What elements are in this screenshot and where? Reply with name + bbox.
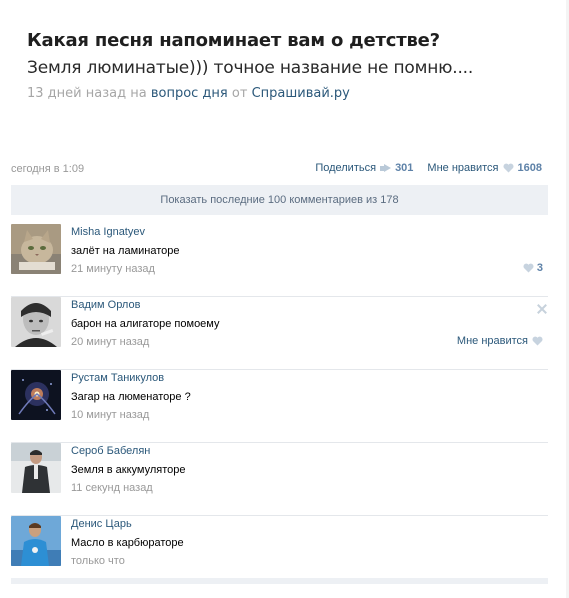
- comment-like-button[interactable]: Мне нравится: [457, 335, 543, 347]
- question-source-link[interactable]: Спрашивай.ру: [252, 86, 350, 101]
- comment-item: Рустам Таникулов Загар на люменаторе ? 1…: [11, 370, 548, 443]
- avatar[interactable]: [11, 297, 61, 347]
- question-answer: Земля люминатые))) точное название не по…: [27, 58, 474, 78]
- comment-text: залёт на ламинаторе: [71, 245, 180, 257]
- like-count: 1608: [517, 162, 542, 174]
- share-button[interactable]: Поделиться: [315, 162, 376, 174]
- comment-text: Загар на люменаторе ?: [71, 391, 191, 403]
- avatar[interactable]: [11, 370, 61, 420]
- question-meta: 13 дней назад на вопрос дня от Спрашивай…: [27, 86, 547, 101]
- question-from-word: от: [231, 86, 248, 101]
- heart-icon[interactable]: [503, 163, 514, 173]
- comment-time[interactable]: 11 секунд назад: [71, 482, 153, 494]
- comment-text: Масло в карбюраторе: [71, 537, 184, 549]
- bottom-divider: [11, 578, 548, 584]
- show-all-comments-button[interactable]: Показать последние 100 комментариев из 1…: [11, 185, 548, 215]
- close-icon[interactable]: [537, 304, 547, 314]
- comment-like-count: 3: [536, 262, 543, 274]
- comment-author[interactable]: Вадим Орлов: [71, 299, 140, 311]
- avatar[interactable]: [11, 224, 61, 274]
- comment-time[interactable]: только что: [71, 555, 125, 567]
- comment-item: Misha Ignatyev залёт на ламинаторе 21 ми…: [11, 224, 548, 297]
- comment-like-label: Мне нравится: [456, 335, 528, 347]
- megaphone-icon[interactable]: [380, 163, 392, 173]
- comment-item: Вадим Орлов барон на алигаторе помоему 2…: [11, 297, 548, 370]
- comment-item: Сероб Бабелян Земля в аккумуляторе 11 се…: [11, 443, 548, 516]
- avatar[interactable]: [11, 443, 61, 493]
- avatar[interactable]: [11, 516, 61, 566]
- comment-author[interactable]: Рустам Таникулов: [71, 372, 164, 384]
- heart-icon: [523, 263, 534, 273]
- comment-text: барон на алигаторе помоему: [71, 318, 220, 330]
- question-title: Какая песня напоминает вам о детстве?: [27, 30, 440, 51]
- comment-likes[interactable]: 3: [523, 262, 543, 274]
- question-block: Какая песня напоминает вам о детстве? Зе…: [27, 30, 547, 101]
- post-actions-bar: сегодня в 1:09 Поделиться 301 Мне нравит…: [11, 162, 548, 178]
- comment-author[interactable]: Денис Царь: [71, 518, 132, 530]
- share-count: 301: [395, 162, 414, 174]
- comment-author[interactable]: Misha Ignatyev: [71, 226, 145, 238]
- question-on-word: на: [130, 86, 147, 101]
- post-date[interactable]: сегодня в 1:09: [11, 163, 84, 175]
- comment-text: Земля в аккумуляторе: [71, 464, 186, 476]
- comment-time[interactable]: 20 минут назад: [71, 336, 149, 348]
- question-topic-link[interactable]: вопрос дня: [151, 86, 228, 101]
- like-button[interactable]: Мне нравится: [427, 162, 498, 174]
- comment-time[interactable]: 21 минуту назад: [71, 263, 155, 275]
- comment-time[interactable]: 10 минут назад: [71, 409, 149, 421]
- comment-author[interactable]: Сероб Бабелян: [71, 445, 150, 457]
- post-actions: Поделиться 301 Мне нравится 1608: [315, 162, 542, 174]
- question-time: 13 дней назад: [27, 86, 127, 101]
- heart-icon: [532, 336, 543, 346]
